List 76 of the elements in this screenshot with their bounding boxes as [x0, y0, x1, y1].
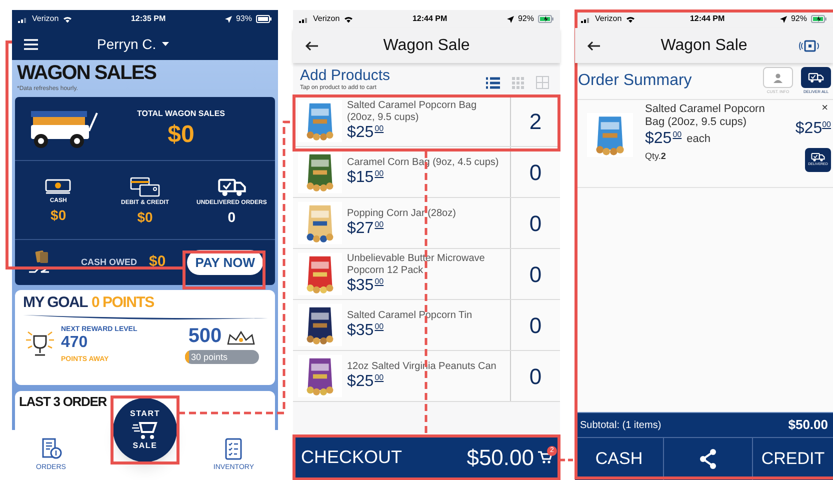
- quantity-value: 0: [529, 362, 542, 390]
- clock-time: 12:44 PM: [690, 13, 725, 25]
- screen-title: Wagon Sale: [660, 36, 748, 56]
- points-away-value: 470: [61, 335, 89, 352]
- section-heading: Order Summary: [578, 71, 692, 91]
- total-label: TOTAL WAGON SALES: [136, 108, 225, 120]
- screen-title: Wagon Sale: [382, 36, 471, 56]
- location-icon: [224, 16, 232, 22]
- subtotal-label: Subtotal: (1 items): [580, 418, 662, 432]
- item-quantity: Qty.2: [645, 150, 667, 163]
- wifi-icon: [626, 16, 635, 22]
- last-orders-title: LAST 3 ORDER: [19, 395, 107, 408]
- product-name: Unbelievable Butter Microwave Popcorn 12 Pack: [347, 253, 486, 277]
- product-name: Salted Caramel Popcorn Bag (20oz, 9.5 cups): [347, 100, 478, 124]
- card-reader-icon[interactable]: [799, 40, 821, 52]
- battery-percent: 93%: [236, 13, 252, 25]
- customer-info-button[interactable]: [763, 67, 793, 88]
- caret-icon: [162, 42, 170, 46]
- signal-icon: [299, 16, 309, 22]
- deliver-all-button[interactable]: [801, 67, 831, 88]
- stat-value: $0: [50, 208, 66, 222]
- person-icon: [773, 72, 783, 82]
- carrier-name: Verizon: [595, 13, 622, 25]
- goal-points: 0 POINTS: [91, 294, 154, 313]
- cart-icon: [132, 420, 158, 440]
- cash-owed-value: $0: [149, 252, 166, 272]
- stat-value: $0: [137, 210, 153, 224]
- wifi-icon: [62, 16, 72, 22]
- truck-icon: [808, 72, 824, 83]
- item-name: Salted Caramel Popcorn Bag (20oz, 9.5 cups): [645, 103, 766, 129]
- menu-icon[interactable]: [24, 38, 38, 50]
- remove-button[interactable]: ×: [822, 103, 831, 114]
- carrier-name: Verizon: [32, 13, 59, 25]
- signal-icon: [18, 16, 28, 22]
- quantity-value: 0: [529, 312, 542, 340]
- carrier-name: Verizon: [313, 13, 340, 25]
- location-icon: [506, 16, 514, 22]
- list-view-icon[interactable]: [486, 76, 500, 88]
- clock-time: 12:44 PM: [412, 13, 448, 25]
- back-icon[interactable]: [587, 40, 600, 50]
- clock-time: 12:35 PM: [130, 13, 166, 25]
- quantity-value: 0: [529, 158, 542, 186]
- signal-icon: [581, 16, 591, 22]
- product-name: Salted Caramel Popcorn Tin: [347, 310, 474, 322]
- tile-view-icon[interactable]: [536, 76, 549, 89]
- location-icon: [780, 16, 787, 22]
- total-value: $0: [168, 120, 194, 150]
- share-icon: [699, 449, 717, 469]
- quantity-value: 0: [529, 210, 542, 238]
- payment-button[interactable]: CREDIT: [752, 438, 833, 480]
- cash-owed-label: CASH OWED: [81, 256, 137, 269]
- quantity-value: 0: [529, 260, 542, 288]
- progress-text: 30 points: [191, 351, 228, 364]
- section-title: WAGON SALES: [16, 63, 158, 83]
- target-points: 500: [188, 326, 222, 346]
- cart-icon: [538, 451, 552, 464]
- section-heading: Add Products: [300, 68, 390, 83]
- product-name: Popping Corn Jar (28oz): [347, 208, 457, 220]
- cash-icon: [45, 178, 72, 194]
- user-menu[interactable]: Perryn C.: [97, 34, 170, 54]
- battery-percent: 92%: [790, 13, 807, 25]
- battery-percent: 92%: [518, 13, 534, 25]
- subtotal-value: $50.00: [788, 416, 828, 434]
- connector-line: [560, 458, 575, 462]
- quantity-value: 2: [529, 108, 542, 136]
- back-icon[interactable]: [305, 40, 318, 50]
- product-name: 12oz Salted Virginia Peanuts Can: [347, 361, 498, 373]
- wifi-icon: [344, 16, 353, 22]
- truck-icon: [811, 152, 825, 162]
- goal-title: MY GOAL: [23, 294, 88, 313]
- stat-value: 0: [228, 210, 236, 224]
- highlight-frame: [110, 396, 180, 464]
- payment-button[interactable]: CASH: [575, 438, 663, 480]
- crown-icon: [226, 330, 256, 346]
- truck-icon: [216, 176, 247, 196]
- cards-icon: [130, 176, 160, 196]
